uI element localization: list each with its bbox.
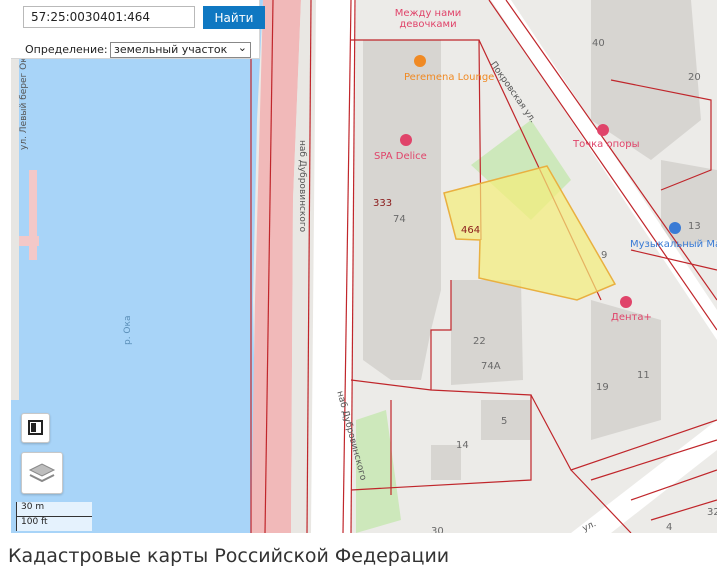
music-store-icon[interactable]: [669, 222, 681, 234]
poi-label[interactable]: SPA Delice: [374, 151, 427, 162]
building-number: 5: [501, 416, 508, 427]
search-input[interactable]: [23, 6, 195, 28]
building-number: 74: [393, 214, 406, 225]
pier: [29, 170, 37, 260]
lounge-icon[interactable]: [414, 55, 426, 67]
building-13: [661, 160, 717, 250]
definition-selected: земельный участок: [114, 43, 228, 56]
building-number: 20: [688, 72, 701, 83]
layers-button[interactable]: [21, 452, 63, 494]
map-canvas[interactable]: [11, 0, 717, 533]
building-number: 333: [373, 198, 393, 209]
pharmacy-icon[interactable]: [597, 124, 609, 136]
fullscreen-icon: [28, 420, 43, 435]
building-number: 32: [707, 507, 717, 518]
definition-select[interactable]: земельный участок ⌄: [110, 41, 251, 58]
definition-label: Определение:: [25, 43, 108, 56]
search-panel: Найти Определение: земельный участок ⌄: [11, 0, 265, 59]
left-bank: [11, 0, 19, 400]
building-number: 14: [456, 440, 469, 451]
fullscreen-button[interactable]: [21, 413, 50, 443]
layers-icon: [28, 463, 56, 483]
scale-imperial: 100 ft: [16, 516, 92, 531]
chevron-down-icon: ⌄: [237, 41, 247, 54]
building-number: 40: [592, 38, 605, 49]
river-label: р. Ока: [123, 315, 133, 345]
street-label: ул. Левый берег Оки: [19, 51, 29, 150]
building-number: 74А: [481, 361, 501, 372]
building-number: 11: [637, 370, 650, 381]
building-number: 9: [601, 250, 608, 261]
scale-bar: 30 m 100 ft: [16, 500, 94, 532]
poi-label[interactable]: Perеmena Lounge: [404, 72, 494, 83]
building-number: 30: [431, 526, 444, 533]
building-number: 13: [688, 221, 701, 232]
building-number: 4: [666, 522, 673, 533]
street-label: наб Дубровинского: [297, 140, 307, 233]
poi-label[interactable]: Между нами девочками: [383, 8, 473, 30]
poi-label[interactable]: Музыкальный Ма: [630, 239, 717, 250]
poi-label[interactable]: Точка опоры: [573, 139, 640, 150]
map-view[interactable]: 464 40 20 333 74 13 9 22 74А 19 11 5 14 …: [11, 0, 717, 533]
parcel-label: 464: [461, 225, 481, 236]
building-74: [363, 40, 441, 380]
dental-icon[interactable]: [620, 296, 632, 308]
page-title: Кадастровые карты Российской Федерации: [8, 545, 450, 567]
poi-label[interactable]: Дента+: [611, 312, 652, 323]
spa-icon[interactable]: [400, 134, 412, 146]
building-40: [591, 0, 701, 160]
search-button[interactable]: Найти: [203, 6, 265, 29]
building-number: 19: [596, 382, 609, 393]
building-number: 22: [473, 336, 486, 347]
scale-metric: 30 m: [16, 502, 92, 517]
